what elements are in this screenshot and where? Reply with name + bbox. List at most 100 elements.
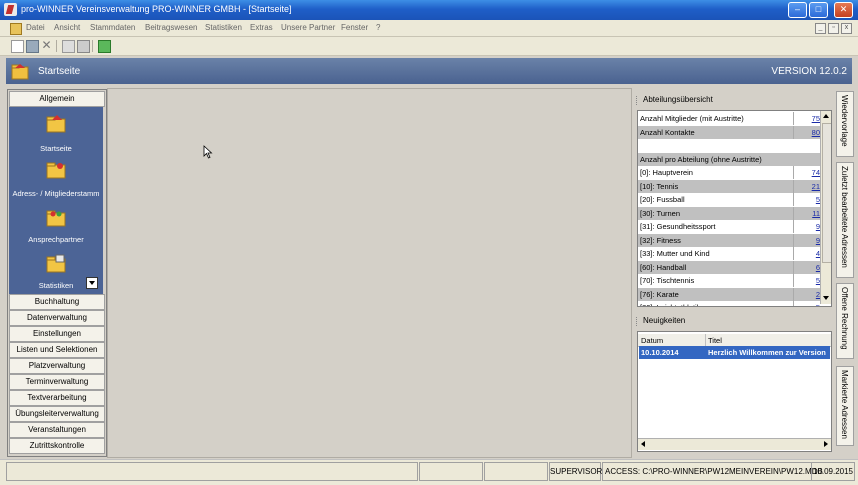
toolbar-separator — [92, 40, 93, 52]
toolbar: ✕ — [0, 37, 858, 56]
doc-menu-icon[interactable] — [10, 23, 22, 35]
scroll-right-icon[interactable] — [824, 441, 828, 447]
nav-section-uebungsleiter[interactable]: Übungsleiterverwaltung — [9, 406, 105, 422]
maximize-button[interactable]: □ — [809, 2, 828, 18]
menu-datei[interactable]: Datei — [26, 23, 45, 32]
menu-statistiken[interactable]: Statistiken — [205, 23, 242, 32]
row-value-link[interactable]: 5 — [793, 193, 820, 206]
row-value-link[interactable]: 4 — [793, 247, 820, 260]
abteilungen-table: Anzahl Mitglieder (mit Austritte) 75 Anzah… — [637, 110, 832, 307]
nav-section-listen[interactable]: Listen und Selektionen — [9, 342, 105, 358]
row-label: [10]: Tennis — [640, 181, 679, 191]
menu-help[interactable]: ? — [376, 23, 380, 32]
folder-contacts-icon — [46, 210, 66, 227]
abteilungen-row[interactable]: [10]: Tennis 21 — [638, 179, 821, 193]
row-label: [20]: Fussball — [640, 195, 685, 204]
minimize-button[interactable]: – — [788, 2, 807, 18]
tab-offene-rechnung[interactable]: Offene Rechnung — [836, 283, 854, 359]
row-value-link[interactable]: 21 — [793, 179, 820, 193]
mdi-restore-button[interactable]: ▫ — [828, 23, 839, 34]
status-cell-2 — [419, 462, 483, 481]
folder-home-icon — [46, 115, 66, 133]
nav-section-buchhaltung[interactable]: Buchhaltung — [9, 294, 105, 310]
tab-wiedervorlage[interactable]: Wiedervorlage — [836, 91, 854, 157]
window-title: pro-WINNER Vereinsverwaltung PRO-WINNER … — [21, 4, 292, 14]
status-cell-3 — [484, 462, 548, 481]
version-label: VERSION 12.0.2 — [771, 66, 847, 77]
nav-section-einstellungen[interactable]: Einstellungen — [9, 326, 105, 342]
nav-item-ansprechpartner[interactable]: Ansprechpartner — [9, 207, 103, 247]
mdi-close-button[interactable]: x — [841, 23, 852, 34]
row-label: Anzahl pro Abteilung (ohne Austritte) — [640, 154, 762, 164]
close-button[interactable]: ✕ — [834, 2, 853, 18]
abteilungen-row[interactable]: [32]: Fitness 9 — [638, 233, 821, 247]
nav-item-adressen[interactable]: Adress- / Mitgliederstamm — [9, 159, 103, 199]
row-value-link[interactable]: 9 — [793, 233, 820, 247]
scroll-up-icon[interactable] — [823, 114, 829, 118]
nav-items-area: Startseite Adress- / Mitgliederstamm Ans… — [9, 107, 103, 296]
abteilungen-row[interactable]: [70]: Tischtennis 5 — [638, 274, 821, 288]
row-value-link[interactable]: 74 — [793, 166, 820, 179]
abteilungen-row[interactable]: [60]: Handball 6 — [638, 260, 821, 274]
menu-unsere-partner[interactable]: Unsere Partner — [281, 23, 335, 32]
abteilungen-row[interactable]: [30]: Turnen 11 — [638, 206, 821, 220]
abteilungen-row[interactable]: [33]: Mutter und Kind 4 — [638, 247, 821, 261]
nav-section-veranstaltungen[interactable]: Veranstaltungen — [9, 422, 105, 438]
abteilungen-row[interactable]: [80]: Leichtathletik 5 — [638, 301, 821, 306]
row-value-link[interactable]: 5 — [793, 301, 820, 306]
menu-ansicht[interactable]: Ansicht — [54, 23, 80, 32]
save-icon[interactable] — [26, 40, 39, 53]
nav-item-startseite[interactable]: Startseite — [9, 113, 103, 153]
delete-icon[interactable]: ✕ — [41, 39, 52, 51]
menu-fenster[interactable]: Fenster — [341, 23, 368, 32]
new-icon[interactable] — [11, 40, 24, 53]
print-icon[interactable] — [77, 40, 90, 53]
menu-extras[interactable]: Extras — [250, 23, 273, 32]
menu-beitragswesen[interactable]: Beitragswesen — [145, 23, 197, 32]
row-value-link[interactable]: 5 — [793, 274, 820, 287]
mouse-cursor-icon — [203, 145, 213, 159]
abteilungen-scrollbar[interactable] — [820, 111, 831, 304]
nav-section-zutrittskontrolle[interactable]: Zutrittskontrolle — [9, 438, 105, 454]
row-value-link[interactable]: 11 — [793, 206, 820, 220]
app-icon[interactable] — [4, 3, 17, 16]
properties-icon[interactable] — [62, 40, 75, 53]
refresh-icon[interactable] — [98, 40, 111, 53]
main-content-area[interactable] — [107, 88, 632, 458]
tab-markierte-adressen[interactable]: Markierte Adressen — [836, 366, 854, 446]
menu-bar: Datei Ansicht Stammdaten Beitragswesen S… — [0, 20, 858, 37]
nav-section-textverarbeitung[interactable]: Textverarbeitung — [9, 390, 105, 406]
row-label: [30]: Turnen — [640, 208, 681, 218]
row-label: [33]: Mutter und Kind — [640, 249, 710, 258]
abteilungen-row[interactable]: Anzahl Mitglieder (mit Austritte) 75 — [638, 112, 821, 126]
row-value-link[interactable]: 9 — [793, 220, 820, 233]
row-value-link[interactable]: 75 — [793, 112, 820, 125]
abteilungen-row[interactable]: Anzahl Kontakte 80 — [638, 125, 821, 139]
row-label: [32]: Fitness — [640, 235, 681, 245]
nav-section-platzverwaltung[interactable]: Platzverwaltung — [9, 358, 105, 374]
nav-section-datenverwaltung[interactable]: Datenverwaltung — [9, 310, 105, 326]
abteilungen-row[interactable]: [76]: Karate 2 — [638, 287, 821, 301]
status-database: ACCESS: C:\PRO-WINNER\PW12MEINVEREIN\PW1… — [602, 462, 823, 481]
scroll-left-icon[interactable] — [641, 441, 645, 447]
menu-stammdaten[interactable]: Stammdaten — [90, 23, 135, 32]
nav-scroll-down-button[interactable] — [86, 277, 98, 289]
nav-section-terminverwaltung[interactable]: Terminverwaltung — [9, 374, 105, 390]
abteilungen-row[interactable]: [31]: Gesundheitssport 9 — [638, 220, 821, 234]
news-col-title: Titel — [708, 336, 722, 345]
scroll-thumb[interactable] — [822, 123, 831, 263]
mdi-minimize-button[interactable]: _ — [815, 23, 826, 34]
scroll-down-icon[interactable] — [823, 296, 829, 300]
nav-section-allgemein[interactable]: Allgemein — [9, 91, 105, 107]
row-value-link[interactable]: 2 — [793, 287, 820, 301]
abteilungen-row[interactable]: [0]: Hauptverein 74 — [638, 166, 821, 180]
abteilungen-row[interactable]: Anzahl pro Abteilung (ohne Austritte) — [638, 152, 821, 166]
row-value-link[interactable]: 6 — [793, 260, 820, 274]
panel-grip — [636, 96, 640, 105]
abteilungen-row[interactable]: [20]: Fussball 5 — [638, 193, 821, 207]
news-row[interactable]: 10.10.2014 Herzlich Willkommen zur Versi… — [639, 346, 830, 359]
row-value-link[interactable]: 80 — [793, 125, 820, 139]
abteilungen-row[interactable] — [638, 139, 821, 153]
news-hscrollbar[interactable] — [638, 438, 831, 450]
tab-zuletzt-bearbeitet[interactable]: Zuletzt bearbeitete Adressen — [836, 162, 854, 278]
